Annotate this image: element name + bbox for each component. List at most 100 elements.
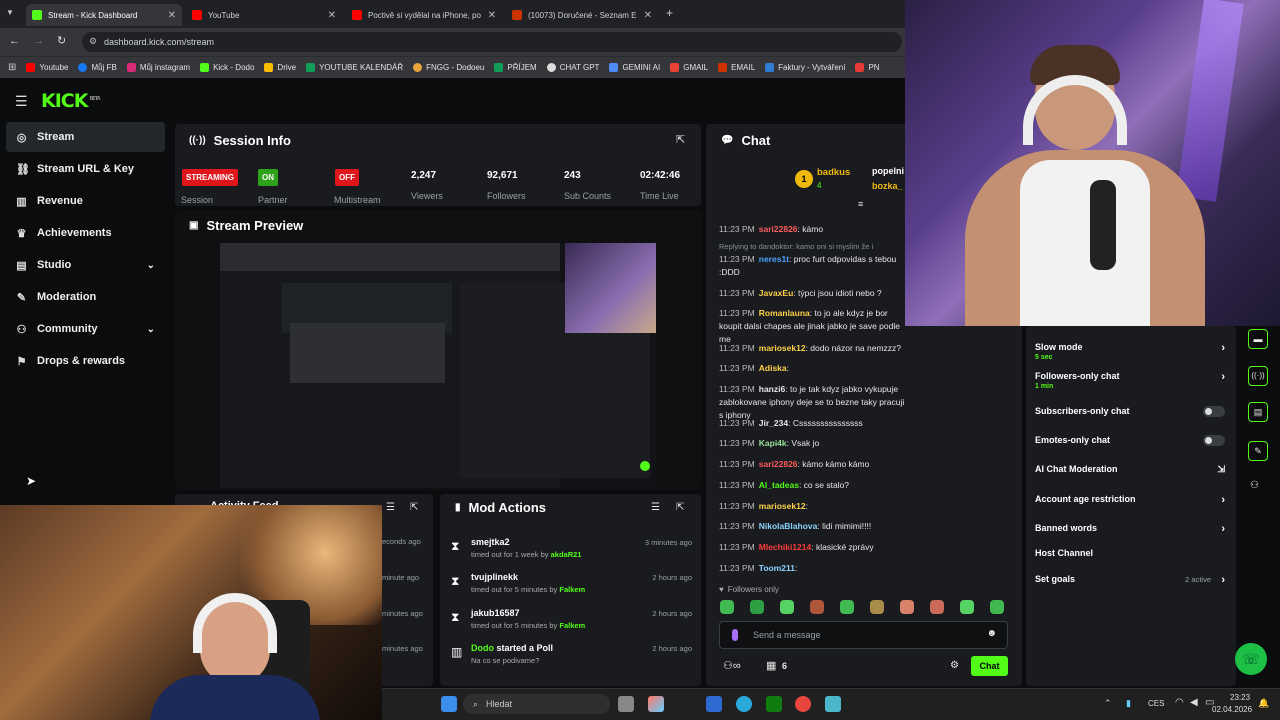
channel-action-account-age-restriction[interactable]: Account age restriction › [1035,494,1225,506]
emoji-icon[interactable]: ☻ [986,628,997,639]
chat-settings-icon[interactable]: ⚙ [950,660,959,671]
sidebar-item-studio[interactable]: ▤ Studio ⌄ [6,250,165,280]
chrome-icon[interactable] [795,696,811,712]
gift-icon[interactable]: ▦ [766,659,776,672]
chat-username[interactable]: Al_tadeas [759,480,799,490]
bookmark-email[interactable]: EMAIL [718,63,755,72]
notification-icon[interactable]: 🔔 [1258,698,1269,709]
mic-icon[interactable] [732,629,738,641]
new-tab-icon[interactable]: + [666,6,673,20]
sidebar-item-drops-rewards[interactable]: ⚑ Drops & rewards [6,346,165,376]
sidebar-item-community[interactable]: ⚇ Community ⌄ [6,314,165,344]
chat-username[interactable]: sari22826 [759,224,798,234]
gifter-name[interactable]: bozka_ [872,181,903,191]
close-tab-icon[interactable]: ✕ [644,10,652,21]
sidebar-item-stream[interactable]: ◎ Stream [6,122,165,152]
chat-username[interactable]: hanzi6 [759,384,785,394]
emote-icon[interactable] [870,600,884,614]
chat-message[interactable]: 11:23 PM sari22826: kámo [719,223,909,236]
forward-icon[interactable]: → [33,35,44,47]
bookmark-fngg[interactable]: FNGG - Dodoeu [413,63,484,72]
channel-action-banned-words[interactable]: Banned words › [1035,523,1225,535]
channel-action-subscribers-only-chat[interactable]: Subscribers-only chat [1035,406,1225,417]
chat-message[interactable]: 11:23 PM mariosek12: dodo názor na nemzzz… [719,342,909,355]
tray-chevron-icon[interactable]: ⌃ [1104,698,1112,709]
chat-message[interactable]: 11:23 PM neres1t: proc furt odpovidas s t… [719,253,909,279]
emote-icon[interactable] [840,600,854,614]
toggle-switch[interactable] [1203,406,1225,417]
gifter-name[interactable]: popelni [872,166,904,176]
emote-icon[interactable] [720,600,734,614]
chat-username[interactable]: NikolaBlahova [759,521,818,531]
tab-youtube[interactable]: YouTube ✕ [186,4,342,26]
emote-icon[interactable] [780,600,794,614]
chat-username[interactable]: mariosek12 [759,501,806,511]
mic-tray-icon[interactable]: ▮ [1126,698,1131,709]
chat-message[interactable]: 11:23 PM Jir_234: Csssssssssssssss [719,417,909,430]
chat-message[interactable]: 11:23 PM Mlechiki1214: klasické zprávy [719,541,909,554]
store-icon[interactable] [706,696,722,712]
users-icon[interactable]: ⚇∞ [723,659,741,672]
emote-icon[interactable] [990,600,1004,614]
tab-list-icon[interactable]: ▼ [6,8,14,17]
bookmark-gemini[interactable]: GEMINI AI [609,63,660,72]
close-tab-icon[interactable]: ✕ [168,10,176,21]
channel-action-set-goals[interactable]: Set goals › 2 active [1035,574,1225,586]
bookmark-youtube-calendar[interactable]: YOUTUBE KALENDÁŘ [306,63,403,72]
taskbar-search[interactable]: ⌕ Hledat [463,694,610,714]
sidebar-item-revenue[interactable]: ▥ Revenue [6,186,165,216]
emote-icon[interactable] [900,600,914,614]
chat-input[interactable]: Send a message ☻ [719,621,1008,649]
channel-action-followers-only-chat[interactable]: Followers-only chat 1 min › [1035,371,1225,390]
emote-icon[interactable] [810,600,824,614]
chat-username[interactable]: Kapi4k [759,438,787,448]
broadcast-tool-icon[interactable]: ((·)) [1248,366,1268,386]
bookmark-youtube[interactable]: Youtube [26,63,68,72]
chat-message[interactable]: 11:23 PM Adiska: [719,362,909,375]
close-tab-icon[interactable]: ✕ [328,10,336,21]
language-indicator[interactable]: CES [1148,699,1164,708]
chat-message[interactable]: 11:23 PM Romanlauna: to jo ale kdyz je bo… [719,307,909,346]
chat-username[interactable]: Mlechiki1214 [759,542,811,552]
chat-tool-icon[interactable]: ▬ [1248,329,1268,349]
kick-logo[interactable]: KICK BETA [41,90,101,112]
tab-kick-dashboard[interactable]: Stream - Kick Dashboard ✕ [26,4,182,26]
popout-icon[interactable]: ⇱ [676,133,685,146]
support-chat-button[interactable]: ☏ [1235,643,1267,675]
wifi-icon[interactable]: ◠ [1175,697,1184,708]
bookmark-gmail[interactable]: GMAIL [670,63,708,72]
popout-icon[interactable]: ⇱ [410,502,418,513]
tab-seznam-email[interactable]: (10073) Doručené - Seznam E ✕ [506,4,658,26]
mod-action-item[interactable]: ⧗ jakub16587 timed out for 5 minutes by … [445,608,700,642]
bookmark-faktury[interactable]: Faktury - Vytváření [765,63,845,72]
send-chat-button[interactable]: Chat [971,656,1008,676]
sidebar-item-achievements[interactable]: ♛ Achievements [6,218,165,248]
bookmark-prijem[interactable]: PŘÍJEM [494,63,537,72]
app-icon[interactable] [825,696,841,712]
chat-message[interactable]: 11:23 PM mariosek12: [719,500,909,513]
mod-action-item[interactable]: ⧗ tvujplinekk timed out for 5 minutes by… [445,572,700,606]
mod-action-item[interactable]: ⧗ smejtka2 timed out for 1 week by akdaR… [445,537,700,571]
back-icon[interactable]: ← [9,35,20,47]
stream-preview-video[interactable] [220,243,656,488]
reload-icon[interactable]: ↻ [57,34,66,47]
emote-icon[interactable] [960,600,974,614]
emote-icon[interactable] [930,600,944,614]
channel-action-slow-mode[interactable]: Slow mode 5 sec › [1035,342,1225,361]
bookmark-kick[interactable]: Kick - Dodo [200,63,254,72]
chat-username[interactable]: sari22826 [759,459,798,469]
edge-icon[interactable] [736,696,752,712]
sidebar-item-stream-url-key[interactable]: ⛓ Stream URL & Key [6,154,165,184]
emote-icon[interactable] [750,600,764,614]
windows-start-icon[interactable] [441,696,457,712]
channel-action-ai-chat-moderation[interactable]: AI Chat Moderation ⇲ [1035,464,1225,474]
chat-message[interactable]: 11:23 PM Al_tadeas: co se stalo? [719,479,909,492]
mod-action-item[interactable]: ▥ Dodo started a Poll Na co se podivame?… [445,643,700,677]
clock-date[interactable]: 02.04.2026 [1212,705,1252,714]
chat-username[interactable]: JavaxEu [759,288,794,298]
chat-message[interactable]: 11:23 PM NikolaBlahova: lidi mimimi!!!! [719,520,909,533]
copilot-icon[interactable] [648,696,664,712]
tab-youtube-video[interactable]: Poctivě si vydělal na iPhone, po ✕ [346,4,502,26]
filter-icon[interactable]: ☰ [651,502,660,513]
bookmark-instagram[interactable]: Můj instagram [126,63,190,72]
